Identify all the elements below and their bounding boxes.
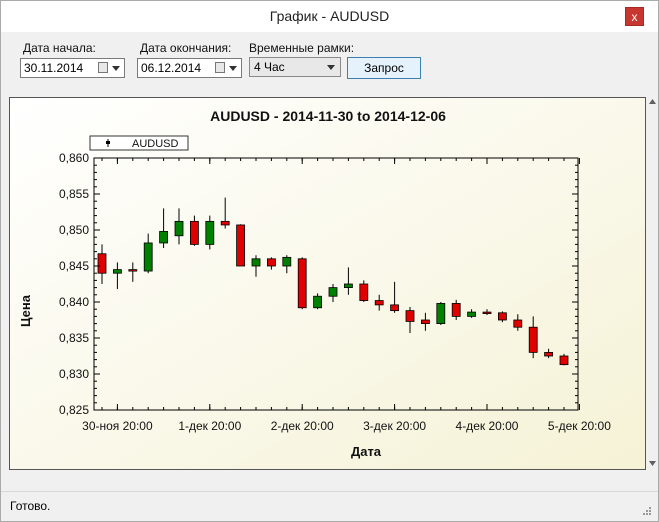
start-date-value: 30.11.2014: [24, 61, 84, 75]
end-date-label: Дата окончания:: [140, 41, 232, 55]
x-tick-label: 5-дек 20:00: [548, 419, 611, 433]
y-tick-label: 0,855: [59, 187, 89, 201]
y-tick-label: 0,835: [59, 331, 89, 345]
candle-up: [328, 287, 338, 297]
timeframe-select[interactable]: 4 Час: [249, 57, 341, 77]
legend: AUDUSD: [89, 135, 189, 151]
legend-entry: AUDUSD: [132, 138, 179, 150]
scroll-up-icon[interactable]: [649, 99, 656, 104]
chart-title: AUDUSD - 2014-11-30 to 2014-12-06: [210, 108, 446, 124]
candle-up: [143, 242, 153, 272]
candle-up: [436, 303, 446, 325]
candle-down: [189, 220, 199, 245]
start-date-picker[interactable]: 30.11.2014: [20, 58, 125, 78]
candle-down: [451, 303, 461, 317]
y-tick-label: 0,845: [59, 259, 89, 273]
y-tick-label: 0,840: [59, 295, 89, 309]
candle-down: [128, 269, 138, 272]
candle-down: [544, 351, 553, 357]
candle-down: [482, 311, 492, 314]
vertical-scrollbar[interactable]: [647, 97, 658, 470]
candle-up: [282, 256, 292, 267]
query-toolbar: Дата начала: 30.11.2014 Дата окончания: …: [1, 33, 658, 93]
status-text: Готово.: [10, 499, 51, 513]
candle-up: [467, 311, 477, 317]
resize-grip-icon[interactable]: [642, 506, 652, 516]
status-bar: Готово.: [1, 491, 658, 522]
candle-down: [497, 312, 507, 321]
window-title: График - AUDUSD: [269, 8, 390, 24]
x-axis-title: Дата: [351, 444, 382, 459]
candle-down: [513, 319, 523, 328]
calendar-icon[interactable]: [215, 62, 225, 73]
candle-up: [159, 231, 169, 244]
candle-down: [97, 253, 107, 274]
candle-down: [528, 326, 538, 353]
candle-up: [343, 283, 353, 288]
candle-down: [374, 300, 384, 306]
end-date-picker[interactable]: 06.12.2014: [137, 58, 242, 78]
x-tick-label: 3-дек 20:00: [363, 419, 426, 433]
x-tick-label: 4-дек 20:00: [456, 419, 519, 433]
chart-panel: AUDUSD - 2014-11-30 to 2014-12-06 0,825 0…: [9, 97, 646, 470]
candle-down: [297, 258, 307, 309]
close-icon: x: [631, 10, 638, 24]
candle-up: [174, 220, 184, 237]
start-date-label: Дата начала:: [23, 41, 96, 55]
chart-window: График - AUDUSD x Дата начала: 30.11.201…: [0, 0, 659, 522]
candle-down: [220, 220, 230, 226]
scrollbar-track: [649, 99, 656, 466]
candle-up: [205, 220, 215, 245]
chevron-down-icon[interactable]: [229, 66, 237, 71]
candle-down: [390, 304, 400, 312]
candle-down: [236, 224, 246, 267]
x-tick-label: 1-дек 20:00: [178, 419, 241, 433]
candle-up: [113, 269, 122, 274]
legend-marker-body: [106, 141, 110, 144]
timeframe-label: Временные рамки:: [249, 41, 355, 55]
candle-down: [266, 258, 276, 267]
y-tick-label: 0,830: [59, 367, 89, 381]
x-tick-label: 2-дек 20:00: [271, 419, 334, 433]
candlestick-chart: AUDUSD - 2014-11-30 to 2014-12-06 0,825 0…: [10, 98, 645, 469]
chevron-down-icon: [327, 65, 335, 70]
title-bar: График - AUDUSD x: [1, 1, 658, 32]
y-tick-label: 0,860: [59, 151, 89, 165]
y-axis-title: Цена: [18, 294, 33, 327]
timeframe-value: 4 Час: [254, 60, 285, 74]
candle-up: [313, 295, 323, 309]
candle-down: [405, 310, 415, 322]
end-date-value: 06.12.2014: [141, 61, 202, 75]
candle-down: [420, 319, 430, 324]
chevron-down-icon[interactable]: [112, 66, 120, 71]
y-tick-label: 0,850: [59, 223, 89, 237]
close-button[interactable]: x: [625, 7, 644, 26]
chart-background: [10, 98, 645, 469]
scroll-down-icon[interactable]: [649, 461, 656, 466]
request-button[interactable]: Запрос: [347, 57, 421, 79]
calendar-icon[interactable]: [98, 62, 108, 73]
y-tick-label: 0,825: [59, 403, 89, 417]
candle-up: [251, 258, 261, 267]
candle-down: [359, 283, 369, 301]
candle-down: [559, 355, 569, 366]
x-tick-label: 30-ноя 20:00: [82, 419, 153, 433]
